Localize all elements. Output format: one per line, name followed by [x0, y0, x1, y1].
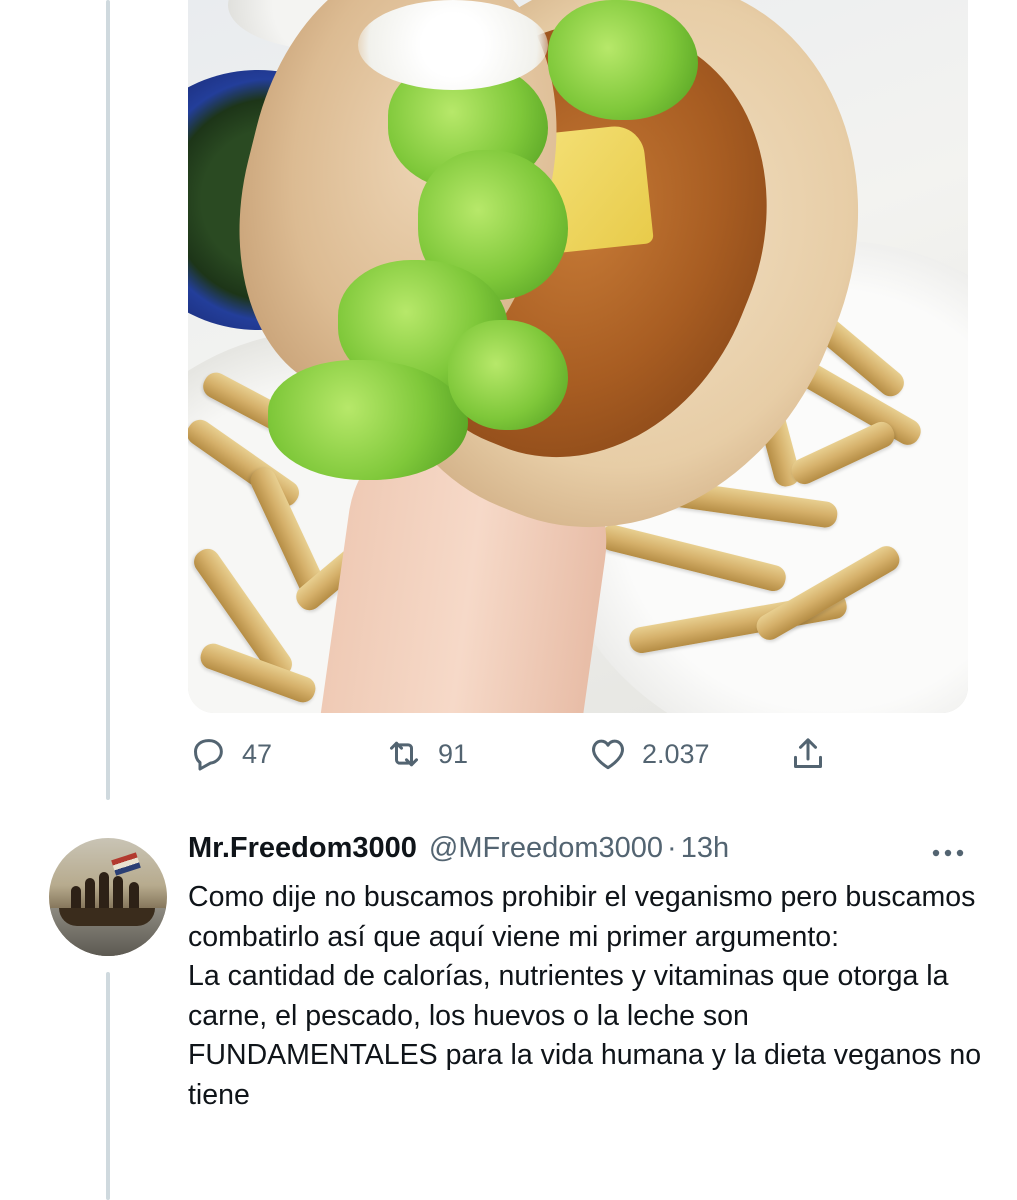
more-options-icon[interactable] — [928, 838, 968, 868]
handle[interactable]: @MFreedom3000 — [429, 832, 663, 865]
tweet-text: Como dije no buscamos prohibir el vegani… — [188, 881, 982, 1111]
avatar-boat — [59, 908, 155, 926]
avatar-flag — [111, 852, 141, 876]
thread-line-top — [106, 0, 110, 800]
reply-tweet-header: Mr.Freedom3000 @MFreedom3000 · 13h — [188, 832, 729, 874]
reply-count: 47 — [242, 738, 273, 769]
avatar-figure — [99, 872, 109, 912]
share-button[interactable] — [788, 728, 828, 780]
avatar-figure — [113, 876, 123, 912]
retweet-count: 91 — [438, 738, 469, 769]
photo-lettuce — [448, 320, 568, 430]
like-button[interactable]: 2.037 — [588, 728, 710, 780]
like-count: 2.037 — [642, 738, 710, 769]
avatar[interactable] — [49, 838, 167, 956]
tweet-media-photo[interactable] — [188, 0, 968, 713]
thread-line-bottom — [106, 972, 110, 1200]
photo-lettuce — [548, 0, 698, 120]
photo-mayo — [358, 0, 548, 90]
share-icon — [794, 738, 822, 768]
retweet-icon — [390, 741, 418, 767]
tweet-action-bar: 47 91 2.037 — [188, 728, 968, 780]
reply-icon — [194, 739, 223, 771]
timestamp[interactable]: 13h — [681, 832, 729, 865]
heart-icon — [592, 739, 624, 770]
retweet-button[interactable]: 91 — [384, 728, 468, 780]
separator-dot: · — [667, 832, 677, 864]
reply-button[interactable]: 47 — [188, 728, 272, 780]
photo-lettuce — [268, 360, 468, 480]
display-name[interactable]: Mr.Freedom3000 — [188, 832, 417, 865]
avatar-figure — [85, 878, 95, 912]
